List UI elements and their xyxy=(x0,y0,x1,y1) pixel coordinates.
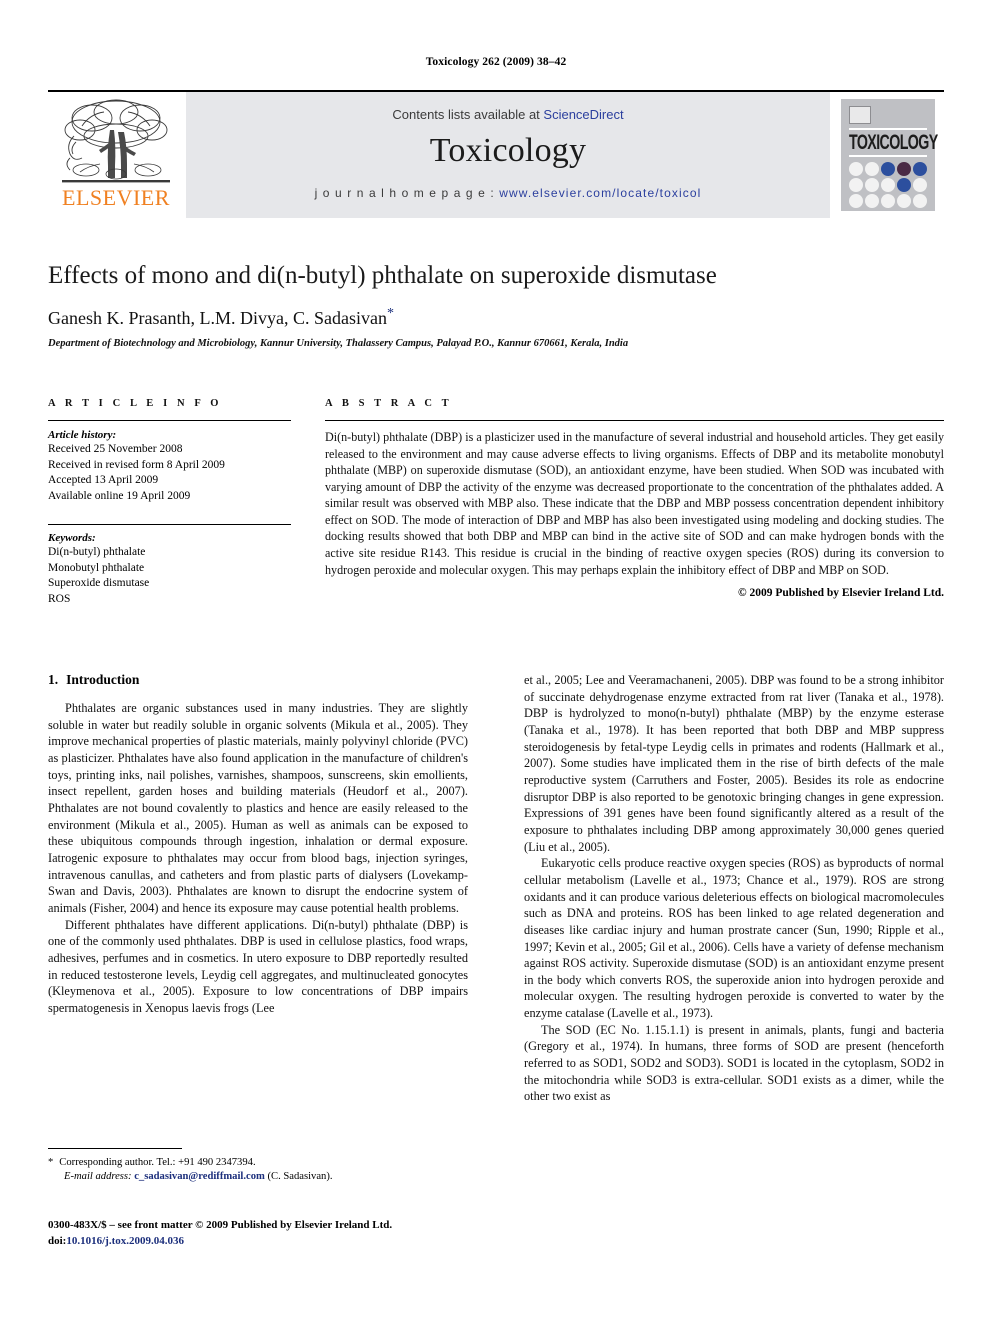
journal-band: Contents lists available at ScienceDirec… xyxy=(184,92,832,218)
abstract-rule xyxy=(325,420,944,421)
journal-masthead: ELSEVIER Contents lists available at Sci… xyxy=(48,90,944,218)
corresponding-author-text: Corresponding author. Tel.: +91 490 2347… xyxy=(59,1157,256,1168)
imprint-block: 0300-483X/$ – see front matter © 2009 Pu… xyxy=(48,1218,568,1249)
footnote-block: * Corresponding author. Tel.: +91 490 234… xyxy=(48,1148,468,1185)
elsevier-wordmark: ELSEVIER xyxy=(62,185,170,210)
front-matter-line: 0300-483X/$ – see front matter © 2009 Pu… xyxy=(48,1219,393,1231)
abstract-text: Di(n-butyl) phthalate (DBP) is a plastic… xyxy=(325,430,944,577)
paragraph: Different phthalates have different appl… xyxy=(48,917,468,1015)
journal-article-page: Toxicology 262 (2009) 38–42 ELSEVIER Con… xyxy=(0,0,992,1323)
cover-dot-grid xyxy=(849,161,927,208)
cover-dot xyxy=(865,177,879,192)
section-number: 1. xyxy=(48,672,59,687)
cover-dot xyxy=(881,177,895,192)
section-label: Introduction xyxy=(66,672,140,687)
cover-dot xyxy=(865,161,879,176)
keywords-rule xyxy=(48,524,291,526)
cover-divider-top xyxy=(849,128,927,130)
cover-dot xyxy=(913,161,927,176)
cover-dot xyxy=(881,193,895,208)
keyword-item: ROS xyxy=(48,592,71,605)
article-history-item: Received 25 November 2008 xyxy=(48,443,183,455)
abstract-column: A B S T R A C T Di(n-butyl) phthalate (D… xyxy=(325,398,944,607)
running-head: Toxicology 262 (2009) 38–42 xyxy=(425,56,567,68)
corresponding-author-marker: * xyxy=(386,305,394,321)
section-heading-introduction: 1. Introduction xyxy=(48,672,468,688)
cover-dot xyxy=(849,161,863,176)
email-note: E-mail address: c_sadasivan@rediffmail.c… xyxy=(48,1170,468,1184)
cover-divider-bottom xyxy=(849,213,927,216)
info-and-abstract: A R T I C L E I N F O Article history: R… xyxy=(48,398,944,607)
elsevier-tree-icon xyxy=(62,99,170,183)
affiliation: Department of Biotechnology and Microbio… xyxy=(48,337,629,349)
doi-line: doi:10.1016/j.tox.2009.04.036 xyxy=(48,1234,568,1250)
cover-inset-image xyxy=(849,106,871,124)
keywords-block: Keywords: Di(n-butyl) phthalate Monobuty… xyxy=(48,524,291,607)
page-title: Effects of mono and di(n-butyl) phthalat… xyxy=(48,262,717,289)
cover-dot xyxy=(913,177,927,192)
cover-dot xyxy=(897,193,911,208)
article-history-item: Accepted 13 April 2009 xyxy=(48,474,159,487)
author-list: Ganesh K. Prasanth, L.M. Divya, C. Sadas… xyxy=(48,306,944,329)
body-columns: 1. Introduction Phthalates are organic su… xyxy=(48,672,944,1105)
homepage-url-link[interactable]: www.elsevier.com/locate/toxicol xyxy=(499,186,701,200)
body-column-right: et al., 2005; Lee and Veeramachaneni, 20… xyxy=(524,672,944,1105)
cover-dot xyxy=(849,193,863,208)
keyword-item: Di(n-butyl) phthalate xyxy=(48,546,146,559)
email-label: E-mail address: xyxy=(64,1171,132,1183)
cover-art: TOXICOLOGY xyxy=(841,99,938,216)
elsevier-logo: ELSEVIER xyxy=(48,92,184,218)
email-owner: (C. Sadasivan). xyxy=(267,1171,333,1183)
abstract-copyright: © 2009 Published by Elsevier Ireland Ltd… xyxy=(738,587,944,600)
cover-dot xyxy=(913,193,927,208)
footnote-marker: * xyxy=(48,1157,54,1168)
journal-homepage-line: j o u r n a l h o m e p a g e : www.else… xyxy=(186,186,830,200)
sciencedirect-link[interactable]: ScienceDirect xyxy=(543,107,623,122)
cover-dot xyxy=(849,177,863,192)
cover-dot xyxy=(897,161,911,176)
keyword-item: Monobutyl phthalate xyxy=(48,561,145,574)
author-names: Ganesh K. Prasanth, L.M. Divya, C. Sadas… xyxy=(48,307,387,328)
contents-available-line: Contents lists available at ScienceDirec… xyxy=(186,92,830,122)
article-info-rule xyxy=(48,420,291,421)
cover-dot xyxy=(865,193,879,208)
column-gutter xyxy=(291,398,325,607)
body-column-left: 1. Introduction Phthalates are organic su… xyxy=(48,672,468,1105)
article-history-item: Available online 19 April 2009 xyxy=(48,489,191,502)
paragraph: Phthalates are organic substances used i… xyxy=(48,701,468,915)
journal-cover-thumbnail: TOXICOLOGY xyxy=(832,92,944,218)
cover-dot xyxy=(881,161,895,176)
doi-label: doi: xyxy=(48,1234,67,1247)
paragraph: et al., 2005; Lee and Veeramachaneni, 20… xyxy=(524,673,944,854)
keywords-label: Keywords: xyxy=(48,532,96,545)
keyword-item: Superoxide dismutase xyxy=(48,577,150,590)
body-gutter xyxy=(468,672,524,1105)
paragraph: Eukaryotic cells produce reactive oxygen… xyxy=(524,856,944,1021)
contents-prefix: Contents lists available at xyxy=(392,107,544,122)
article-history-item: Received in revised form 8 April 2009 xyxy=(48,458,225,471)
journal-title: Toxicology xyxy=(429,132,587,169)
title-block: Effects of mono and di(n-butyl) phthalat… xyxy=(48,262,944,349)
abstract-heading: A B S T R A C T xyxy=(325,398,453,409)
article-history-label: Article history: xyxy=(48,429,117,441)
footnote-rule xyxy=(48,1148,182,1149)
doi-link[interactable]: 10.1016/j.tox.2009.04.036 xyxy=(66,1235,184,1247)
article-info-column: A R T I C L E I N F O Article history: R… xyxy=(48,398,291,607)
corresponding-author-note: * Corresponding author. Tel.: +91 490 234… xyxy=(48,1156,468,1170)
article-info-heading: A R T I C L E I N F O xyxy=(48,398,223,409)
paragraph: The SOD (EC No. 1.15.1.1) is present in … xyxy=(524,1022,944,1104)
cover-dot xyxy=(897,177,911,192)
cover-divider-mid xyxy=(849,154,927,157)
homepage-label: j o u r n a l h o m e p a g e : xyxy=(314,186,500,200)
cover-journal-title: TOXICOLOGY xyxy=(849,131,938,155)
email-address-link[interactable]: c_sadasivan@rediffmail.com xyxy=(134,1171,265,1182)
